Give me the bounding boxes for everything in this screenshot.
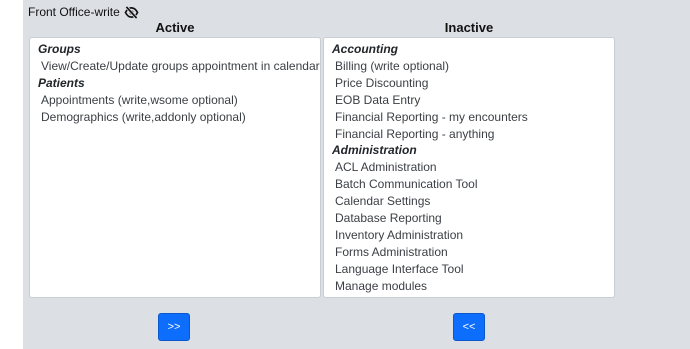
list-item[interactable]: Price Discounting [324, 75, 614, 92]
list-item[interactable]: Language Interface Tool [324, 261, 614, 278]
inactive-list[interactable]: Accounting Billing (write optional) Price … [323, 37, 615, 298]
group-title: Front Office-write [28, 5, 139, 19]
list-group-label: Patients [38, 75, 85, 90]
list-group-label: Accounting [332, 42, 398, 56]
list-item[interactable]: View/Create/Update groups appointment in… [30, 58, 320, 75]
list-item[interactable]: Financial Reporting - my encounters [324, 109, 614, 126]
list-item[interactable]: Manage modules [324, 278, 614, 295]
active-heading: Active [155, 20, 195, 35]
list-item[interactable]: Batch Communication Tool [324, 176, 614, 193]
list-item[interactable]: ACL Administration [324, 159, 614, 176]
remove-from-active-button[interactable]: << [453, 313, 485, 341]
list-item[interactable]: Menu [324, 295, 614, 297]
list-item[interactable]: Appointments (write,wsome optional) [30, 92, 320, 109]
group-title-text: Front Office-write [28, 5, 120, 19]
inactive-heading: Inactive [444, 20, 494, 35]
list-item[interactable]: Billing (write optional) [324, 58, 614, 75]
list-group-label: Administration [332, 143, 417, 158]
list-group-label: Groups [38, 42, 81, 56]
list-item[interactable]: Database Reporting [324, 210, 614, 227]
list-item[interactable]: Forms Administration [324, 244, 614, 261]
list-item[interactable]: Inventory Administration [324, 227, 614, 244]
eye-slash-icon[interactable] [124, 5, 139, 19]
list-item[interactable]: Demographics (write,addonly optional) [30, 109, 320, 126]
list-item[interactable]: EOB Data Entry [324, 92, 614, 109]
list-item[interactable]: Calendar Settings [324, 193, 614, 210]
add-to-active-button[interactable]: >> [158, 313, 190, 341]
list-item[interactable]: Financial Reporting - anything [324, 126, 614, 143]
active-list[interactable]: Groups View/Create/Update groups appointm… [29, 37, 321, 298]
